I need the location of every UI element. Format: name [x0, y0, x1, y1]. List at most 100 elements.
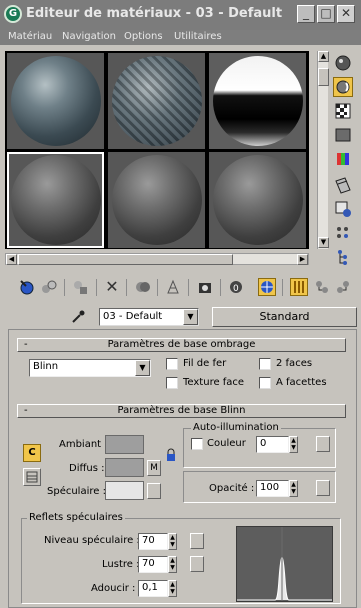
material-sphere	[11, 56, 101, 146]
blinn-rollout-title: Paramètres de base Blinn	[117, 405, 246, 416]
sample-type-icon[interactable]	[333, 53, 353, 73]
specular-level-label: Niveau spéculaire :	[44, 535, 140, 546]
sample-slots-grid	[5, 51, 309, 249]
put-to-library-icon[interactable]	[196, 278, 214, 296]
sample-slot-selected[interactable]	[7, 152, 104, 248]
reset-icon[interactable]: ✕	[103, 278, 121, 296]
shader-type-value: Blinn	[33, 361, 59, 372]
two-sided-checkbox[interactable]	[259, 358, 271, 370]
shader-rollout-header[interactable]: - Paramètres de base ombrage	[17, 338, 346, 352]
scroll-thumb[interactable]	[18, 254, 233, 265]
scroll-up-arrow-icon[interactable]: ▲	[318, 51, 329, 62]
glossiness-spinner[interactable]: ▲ ▼	[168, 556, 177, 573]
close-button[interactable]: ✕	[337, 5, 355, 23]
show-map-icon[interactable]	[258, 278, 276, 296]
make-unique-icon[interactable]	[164, 278, 182, 296]
wireframe-label: Fil de fer	[183, 358, 227, 369]
make-copy-icon[interactable]	[134, 278, 152, 296]
maximize-button[interactable]: □	[317, 5, 335, 23]
material-type-button[interactable]: Standard	[212, 307, 357, 327]
material-name-value: 03 - Default	[103, 311, 163, 322]
menu-materiau[interactable]: Matériau	[8, 31, 52, 42]
go-to-parent-icon[interactable]	[313, 278, 331, 296]
sample-slot[interactable]	[108, 152, 205, 248]
menu-options[interactable]: Options	[124, 31, 163, 42]
self-illum-value-field[interactable]: 0	[256, 436, 289, 453]
self-illum-color-label: Couleur	[207, 438, 246, 449]
material-sphere	[112, 56, 202, 146]
lock-diffuse-specular-button[interactable]	[23, 468, 41, 486]
app-icon[interactable]: G	[4, 5, 22, 23]
slots-vertical-scrollbar[interactable]: ▲ ▼	[317, 51, 329, 249]
background-checker-icon[interactable]	[333, 101, 353, 121]
material-name-dropdown[interactable]: 03 - Default ▼	[99, 308, 199, 326]
options-icon[interactable]	[333, 199, 353, 219]
highlight-curve-graph	[236, 526, 333, 602]
show-end-result-icon[interactable]	[290, 278, 308, 296]
self-illum-map-button[interactable]	[316, 436, 330, 452]
specular-highlights-title: Reflets spéculaires	[27, 512, 125, 523]
backlight-icon[interactable]	[333, 77, 353, 97]
video-color-check-icon[interactable]	[333, 149, 353, 169]
menu-utilitaires[interactable]: Utilitaires	[174, 31, 222, 42]
highlight-curve-icon	[237, 527, 332, 601]
scroll-left-arrow-icon[interactable]: ◀	[6, 254, 17, 265]
get-material-icon[interactable]	[18, 278, 36, 296]
chevron-down-icon[interactable]: ▼	[183, 309, 198, 325]
specular-label: Spéculaire :	[47, 486, 106, 497]
sample-slot[interactable]	[7, 53, 104, 149]
shader-type-dropdown[interactable]: Blinn ▼	[29, 359, 151, 377]
lock-ambient-diffuse-button[interactable]: C	[23, 444, 41, 462]
glossiness-map-button[interactable]	[190, 556, 204, 572]
specular-level-spinner[interactable]: ▲ ▼	[168, 533, 177, 550]
face-map-label: Texture face	[183, 377, 245, 388]
chevron-down-icon[interactable]: ▼	[135, 360, 150, 376]
assign-to-selection-icon[interactable]	[72, 278, 90, 296]
wireframe-checkbox[interactable]	[166, 358, 178, 370]
shader-rollout-title: Paramètres de base ombrage	[107, 339, 256, 350]
specular-level-field[interactable]: 70	[138, 533, 168, 550]
slots-horizontal-scrollbar[interactable]: ◀ ▶	[5, 253, 309, 265]
ambient-label: Ambiant :	[59, 439, 108, 450]
faceted-checkbox[interactable]	[259, 377, 271, 389]
soften-label: Adoucir :	[91, 583, 136, 594]
ambient-color-swatch[interactable]	[105, 435, 144, 454]
menu-navigation[interactable]: Navigation	[62, 31, 116, 42]
go-forward-icon[interactable]	[334, 278, 352, 296]
sample-uv-tiling-icon[interactable]	[333, 125, 353, 145]
opacity-map-button[interactable]	[316, 480, 330, 496]
material-sphere	[112, 155, 202, 245]
scroll-down-arrow-icon[interactable]: ▼	[318, 237, 329, 248]
put-to-scene-icon[interactable]	[40, 278, 58, 296]
pick-material-eyedropper-icon[interactable]	[70, 309, 86, 325]
scroll-thumb[interactable]	[318, 68, 329, 86]
select-by-material-icon[interactable]	[333, 223, 353, 243]
self-illumination-title: Auto-illumination	[191, 422, 281, 433]
self-illum-color-checkbox[interactable]	[191, 438, 203, 450]
glossiness-field[interactable]: 70	[138, 556, 168, 573]
lock-icon[interactable]	[164, 448, 178, 462]
diffuse-color-swatch[interactable]	[105, 458, 144, 477]
diffuse-map-button[interactable]: M	[147, 460, 161, 476]
sample-slot[interactable]	[108, 53, 205, 149]
opacity-label: Opacité :	[209, 483, 255, 494]
soften-field[interactable]: 0,1	[138, 580, 168, 597]
blinn-rollout-header[interactable]: - Paramètres de base Blinn	[17, 404, 346, 418]
material-id-icon[interactable]: 0	[228, 278, 246, 296]
opacity-value-field[interactable]: 100	[256, 480, 289, 497]
opacity-spinner[interactable]: ▲ ▼	[289, 480, 298, 497]
minimize-button[interactable]: _	[297, 5, 315, 23]
scroll-right-arrow-icon[interactable]: ▶	[297, 254, 308, 265]
side-toolbar	[331, 51, 357, 291]
material-map-navigator-icon[interactable]	[333, 247, 353, 267]
face-map-checkbox[interactable]	[166, 377, 178, 389]
glossiness-label: Lustre :	[102, 559, 140, 570]
sample-slot[interactable]	[209, 53, 306, 149]
self-illum-spinner[interactable]: ▲ ▼	[289, 436, 298, 453]
specular-color-swatch[interactable]	[105, 481, 144, 500]
soften-spinner[interactable]: ▲ ▼	[168, 580, 177, 597]
sample-slot[interactable]	[209, 152, 306, 248]
specular-level-map-button[interactable]	[190, 533, 204, 549]
make-preview-icon[interactable]	[333, 175, 353, 195]
specular-map-button[interactable]	[147, 483, 161, 499]
